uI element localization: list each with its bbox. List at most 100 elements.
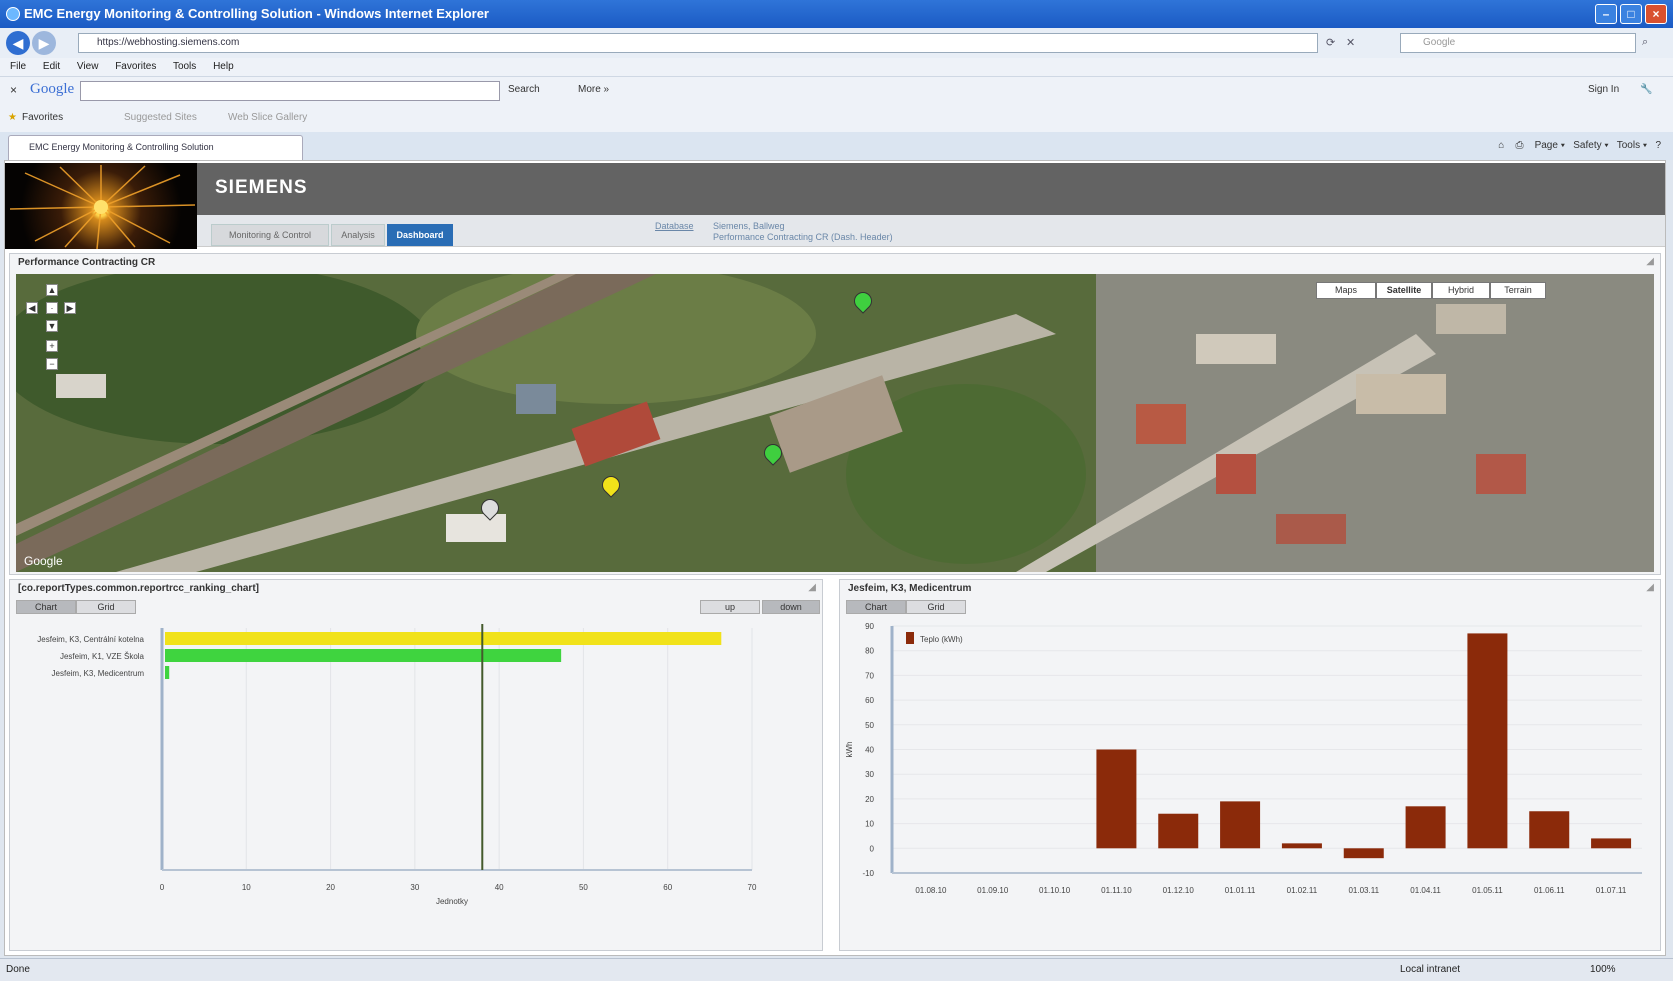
- title-bar: EMC Energy Monitoring & Controlling Solu…: [0, 0, 1673, 28]
- browser-search-input[interactable]: Google: [1400, 33, 1636, 53]
- url-input[interactable]: https://webhosting.siemens.com: [78, 33, 1318, 53]
- resize-icon[interactable]: ◢: [808, 582, 816, 593]
- page-menu[interactable]: Page: [1535, 140, 1558, 151]
- fav-suggested-sites[interactable]: Suggested Sites: [124, 112, 197, 123]
- resize-icon[interactable]: ◢: [1646, 256, 1654, 267]
- ranking-grid-button[interactable]: Grid: [76, 600, 136, 614]
- x-tick-label: 01.05.11: [1472, 886, 1503, 895]
- google-more-button[interactable]: More »: [578, 84, 609, 95]
- maximize-icon[interactable]: □: [1620, 4, 1642, 24]
- ranking-chart-button[interactable]: Chart: [16, 600, 76, 614]
- sort-up-button[interactable]: up: [700, 600, 760, 614]
- google-toolbar: × Google Search More » Sign In 🔧: [0, 76, 1673, 104]
- map-panel-title: Performance Contracting CR: [18, 257, 156, 268]
- x-tick-label: 01.08.10: [915, 886, 947, 895]
- wrench-icon[interactable]: 🔧: [1640, 84, 1652, 95]
- siemens-brand: SIEMENS: [215, 177, 308, 198]
- forward-button[interactable]: ▶: [32, 31, 56, 55]
- y-tick-label: 80: [865, 647, 874, 656]
- x-tick-label: 01.10.10: [1039, 886, 1071, 895]
- monthly-chart-button[interactable]: Chart: [846, 600, 906, 614]
- x-tick-label: 01.12.10: [1163, 886, 1195, 895]
- browser-tab[interactable]: EMC Energy Monitoring & Controlling Solu…: [8, 135, 303, 160]
- close-toolbar-icon[interactable]: ×: [10, 83, 17, 97]
- x-tick-label: 01.11.10: [1101, 886, 1132, 895]
- y-tick-label: -10: [862, 869, 874, 878]
- favorites-button[interactable]: Favorites: [22, 112, 63, 123]
- menu-help[interactable]: Help: [213, 61, 234, 72]
- close-icon[interactable]: ×: [1645, 4, 1667, 24]
- pan-center-icon[interactable]: ·: [46, 302, 58, 314]
- map-type-satellite[interactable]: Satellite: [1376, 282, 1432, 299]
- minimize-icon[interactable]: –: [1595, 4, 1617, 24]
- tab-monitoring-control[interactable]: Monitoring & Control: [211, 224, 329, 246]
- bar: [1281, 843, 1322, 849]
- energy-logo: [5, 163, 197, 249]
- pan-right-icon[interactable]: ▶: [64, 302, 76, 314]
- map-type-hybrid[interactable]: Hybrid: [1432, 282, 1490, 299]
- x-tick-label: 01.02.11: [1287, 886, 1318, 895]
- window-controls: – □ ×: [1595, 4, 1667, 24]
- stop-icon[interactable]: ✕: [1346, 36, 1355, 49]
- bar: [1158, 813, 1199, 849]
- pan-left-icon[interactable]: ◀: [26, 302, 38, 314]
- pan-up-icon[interactable]: ▲: [46, 284, 58, 296]
- pan-down-icon[interactable]: ▼: [46, 320, 58, 332]
- fav-web-slice-gallery[interactable]: Web Slice Gallery: [228, 112, 307, 123]
- y-tick-label: 20: [865, 795, 874, 804]
- zoom-level[interactable]: 100%: [1590, 959, 1616, 981]
- safety-menu[interactable]: Safety: [1573, 140, 1601, 151]
- app-header: SIEMENS Monitoring & Control Analysis Da…: [5, 161, 1665, 249]
- menu-favorites[interactable]: Favorites: [115, 61, 156, 72]
- search-icon[interactable]: ⌕: [1642, 36, 1648, 49]
- resize-icon[interactable]: ◢: [1646, 582, 1654, 593]
- x-tick-label: 01.09.10: [977, 886, 1009, 895]
- google-search-input[interactable]: [80, 81, 500, 101]
- help-icon[interactable]: ?: [1655, 140, 1661, 151]
- x-tick-label: 01.04.11: [1410, 886, 1441, 895]
- tab-dashboard[interactable]: Dashboard: [387, 224, 453, 246]
- refresh-icon[interactable]: ⟳: [1326, 36, 1335, 49]
- menu-view[interactable]: View: [77, 61, 99, 72]
- google-search-button[interactable]: Search: [508, 84, 540, 95]
- tools-menu[interactable]: Tools: [1617, 140, 1640, 151]
- x-tick-label: 70: [748, 883, 757, 892]
- y-tick-label: 40: [865, 746, 874, 755]
- command-bar: ⌂ ⎙ Page ▾ Safety ▾ Tools ▾ ?: [1498, 140, 1661, 151]
- google-logo: Google: [30, 81, 75, 97]
- x-tick-label: 01.01.11: [1225, 886, 1256, 895]
- sort-down-button[interactable]: down: [762, 600, 820, 614]
- home-icon[interactable]: ⌂: [1498, 140, 1504, 151]
- map-type-maps[interactable]: Maps: [1316, 282, 1376, 299]
- x-tick-label: 01.06.11: [1534, 886, 1565, 895]
- report-info: Performance Contracting CR (Dash. Header…: [713, 232, 893, 242]
- print-icon[interactable]: ⎙: [1515, 140, 1523, 151]
- window-title: EMC Energy Monitoring & Controlling Solu…: [24, 6, 489, 21]
- x-tick-label: 10: [242, 883, 251, 892]
- x-axis-label: Jednotky: [436, 897, 468, 906]
- menu-edit[interactable]: Edit: [43, 61, 60, 72]
- ranking-panel: [co.reportTypes.common.reportrcc_ranking…: [9, 579, 823, 951]
- zoom-in-icon[interactable]: +: [46, 340, 58, 352]
- database-link[interactable]: Database: [655, 221, 694, 231]
- x-tick-label: 60: [663, 883, 672, 892]
- legend-swatch: [906, 632, 914, 644]
- sign-in-button[interactable]: Sign In: [1588, 84, 1619, 95]
- x-tick-label: 20: [326, 883, 335, 892]
- monthly-grid-button[interactable]: Grid: [906, 600, 966, 614]
- y-tick-label: 10: [865, 820, 874, 829]
- bar: [1467, 633, 1508, 849]
- map-type-terrain[interactable]: Terrain: [1490, 282, 1546, 299]
- y-tick-label: 50: [865, 721, 874, 730]
- x-tick-label: 30: [410, 883, 419, 892]
- menu-file[interactable]: File: [10, 61, 26, 72]
- menu-tools[interactable]: Tools: [173, 61, 196, 72]
- zoom-out-icon[interactable]: −: [46, 358, 58, 370]
- map-imagery: [16, 274, 1654, 572]
- satellite-map[interactable]: Maps Satellite Hybrid Terrain ▲ ◀ · ▶ ▼ …: [16, 274, 1654, 572]
- tab-analysis[interactable]: Analysis: [331, 224, 385, 246]
- y-tick-label: 30: [865, 770, 874, 779]
- monthly-panel: Jesfeim, K3, Medicentrum ◢ Chart Grid -1…: [839, 579, 1661, 951]
- bar: [1591, 838, 1632, 849]
- back-button[interactable]: ◀: [6, 31, 30, 55]
